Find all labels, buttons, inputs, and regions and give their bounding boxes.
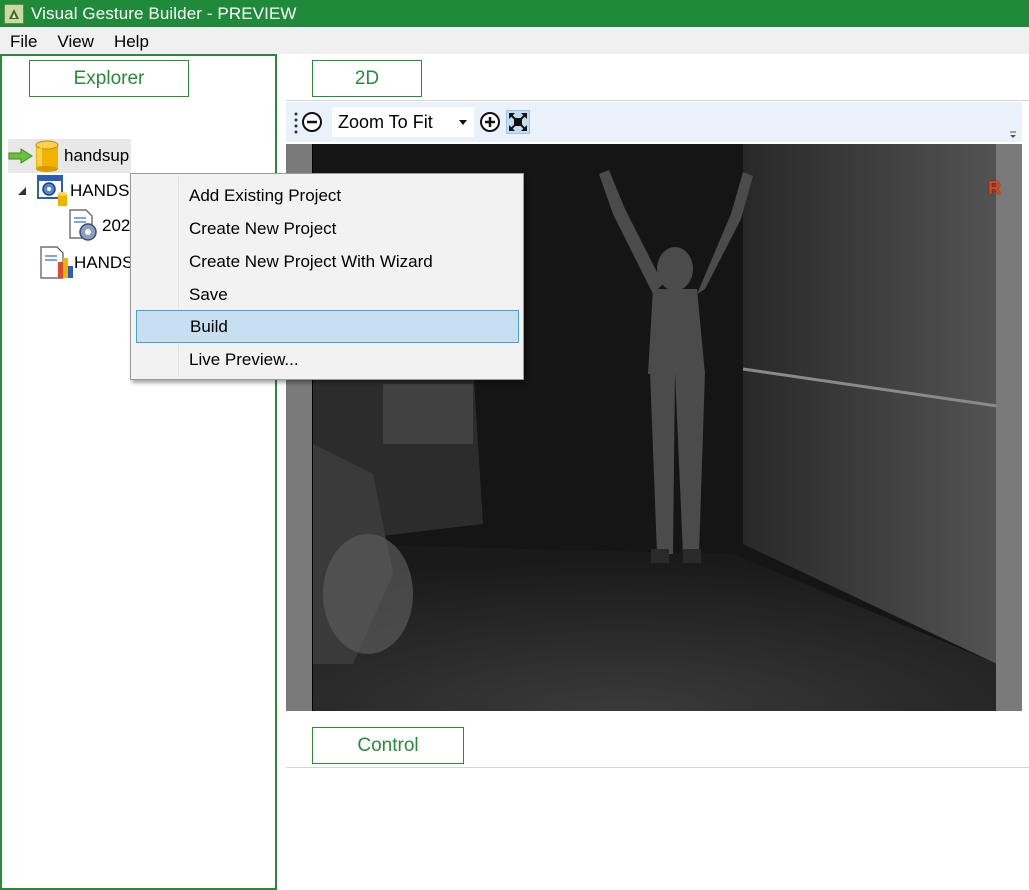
tree-label-solution: handsup bbox=[64, 146, 130, 165]
menu-help[interactable]: Help bbox=[104, 27, 159, 54]
recording-marker: R bbox=[988, 178, 1001, 198]
zoom-out-button[interactable] bbox=[300, 110, 324, 134]
gear-document-icon bbox=[69, 209, 97, 241]
database-icon bbox=[35, 140, 59, 172]
menu-bar: File View Help bbox=[0, 27, 1029, 54]
fit-to-window-icon bbox=[509, 113, 527, 131]
tab-2d[interactable]: 2D bbox=[312, 60, 422, 97]
gear-project-icon bbox=[37, 175, 67, 206]
menu-view[interactable]: View bbox=[47, 27, 104, 54]
viewport-right-strip bbox=[996, 144, 1022, 711]
tree-item-report[interactable]: HANDS bbox=[38, 244, 134, 282]
menu-item-add-existing-project[interactable]: Add Existing Project bbox=[136, 179, 519, 212]
zoom-select[interactable]: Zoom To Fit bbox=[332, 107, 474, 137]
tree-item-clip[interactable]: 202 bbox=[66, 208, 130, 244]
toolbar-overflow-icon[interactable] bbox=[1008, 130, 1018, 140]
tree-item-solution[interactable]: handsup bbox=[8, 139, 132, 173]
toolbar-grip-icon[interactable] bbox=[292, 110, 300, 134]
tree-item-project[interactable]: HANDS bbox=[16, 174, 130, 208]
menu-item-create-new-project[interactable]: Create New Project bbox=[136, 212, 519, 245]
title-bar: Visual Gesture Builder - PREVIEW bbox=[0, 0, 1029, 27]
zoom-in-icon bbox=[480, 112, 500, 132]
green-arrow-icon bbox=[8, 148, 33, 164]
menu-file[interactable]: File bbox=[0, 27, 47, 54]
menu-item-create-project-wizard[interactable]: Create New Project With Wizard bbox=[136, 245, 519, 278]
chevron-down-icon bbox=[459, 120, 467, 125]
context-menu: Add Existing Project Create New Project … bbox=[130, 173, 524, 380]
gesture-builder-app-icon bbox=[4, 3, 24, 24]
divider-2d bbox=[286, 100, 1029, 101]
window-title: Visual Gesture Builder - PREVIEW bbox=[31, 3, 297, 23]
zoom-select-value: Zoom To Fit bbox=[338, 111, 433, 132]
chart-document-icon bbox=[40, 246, 73, 279]
tree-label-report: HANDS bbox=[74, 253, 134, 272]
fit-to-window-button[interactable] bbox=[506, 110, 530, 134]
divider-control bbox=[286, 767, 1029, 768]
menu-item-live-preview[interactable]: Live Preview... bbox=[136, 343, 519, 376]
menu-item-build[interactable]: Build bbox=[136, 310, 519, 343]
tab-control[interactable]: Control bbox=[312, 727, 464, 764]
view-toolbar: Zoom To Fit bbox=[286, 102, 1022, 142]
menu-item-save[interactable]: Save bbox=[136, 278, 519, 311]
tree-label-project: HANDS bbox=[70, 181, 130, 200]
explorer-tab[interactable]: Explorer bbox=[29, 60, 189, 97]
collapse-triangle-icon[interactable] bbox=[16, 185, 28, 197]
tree-label-clip: 202 bbox=[102, 216, 131, 235]
zoom-out-icon bbox=[302, 112, 322, 132]
zoom-in-button[interactable] bbox=[478, 110, 502, 134]
